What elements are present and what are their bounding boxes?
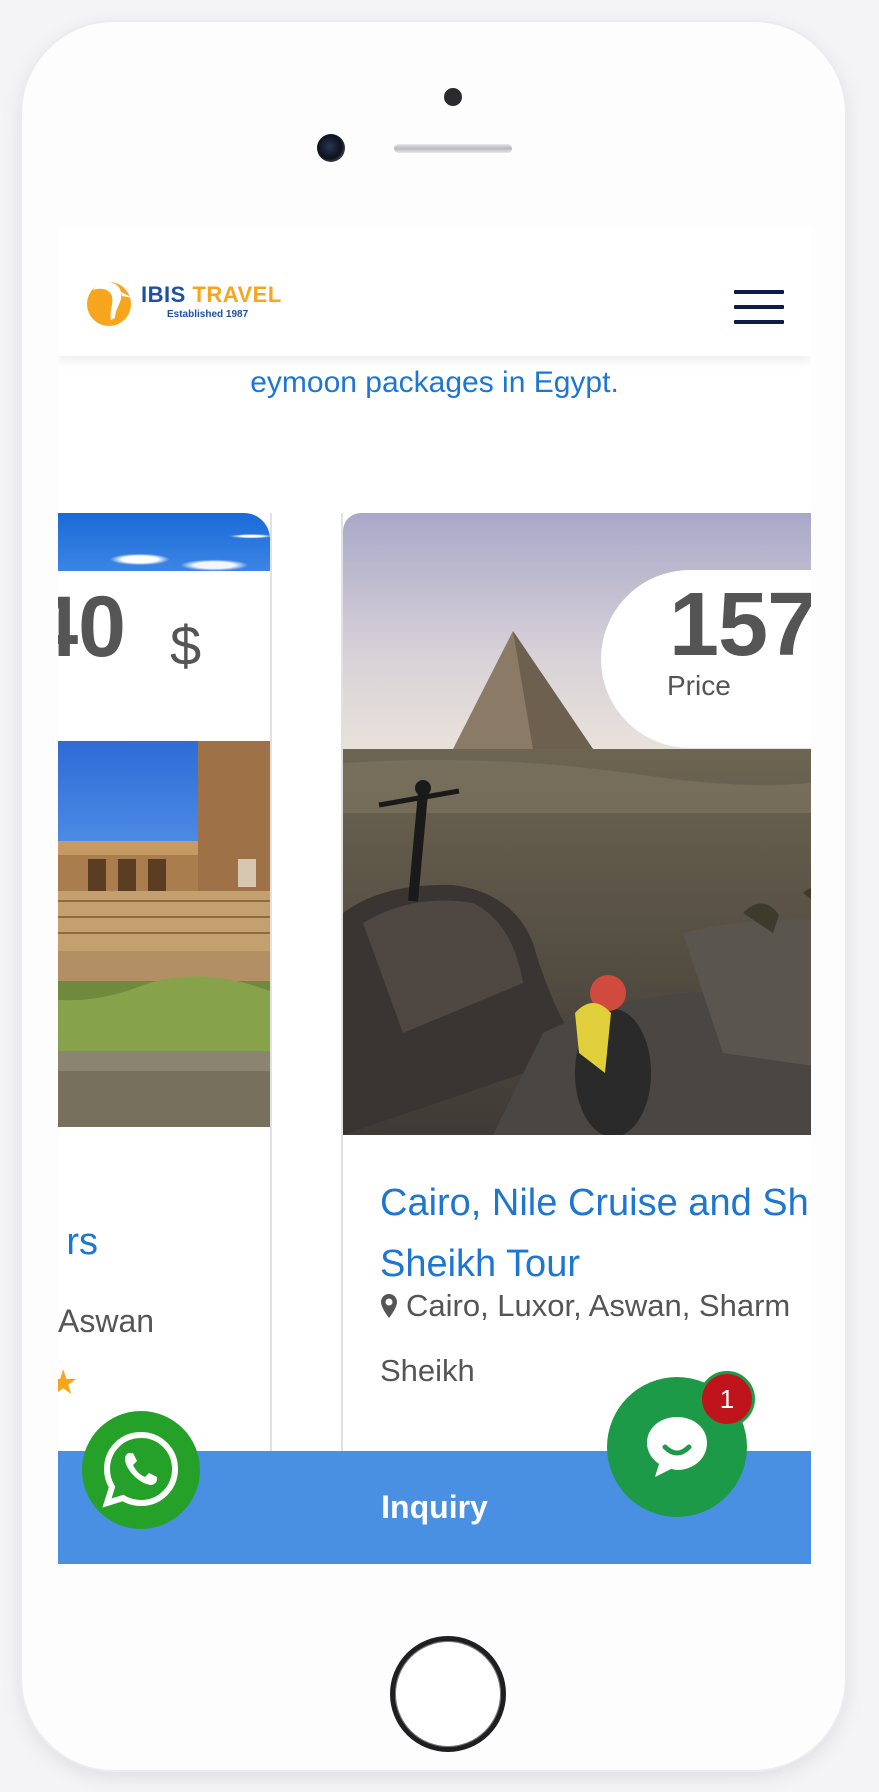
earpiece-speaker (394, 144, 512, 153)
camera-dot (444, 88, 462, 106)
tour-location: Aswan (58, 1303, 155, 1339)
tour-title-line-1[interactable]: Cairo, Nile Cruise and Sh (380, 1173, 811, 1234)
logo-subtitle: Established 1987 (167, 309, 249, 320)
tour-card-left[interactable]: 40 $ rs Aswan (58, 513, 272, 1564)
temple-photo[interactable] (58, 741, 270, 1127)
logo-title: IBIS TRAVEL (141, 282, 282, 307)
chat-notification-badge: 1 (699, 1371, 755, 1427)
map-marker-icon (381, 1294, 397, 1318)
site-header: IBIS TRAVEL Established 1987 (58, 228, 811, 356)
pyramid-photo[interactable]: 157 Price (343, 513, 811, 1135)
price-badge: 157 Price (601, 570, 811, 748)
price-tag: 40 $ (58, 578, 270, 688)
price-currency: $ (170, 614, 202, 677)
intro-text: eymoon packages in Egypt. (250, 366, 619, 399)
rating-star-icon: ★ (58, 1364, 79, 1402)
price-value: 157 (669, 575, 811, 675)
price-label: Price (667, 670, 731, 701)
ibis-travel-logo[interactable]: IBIS TRAVEL Established 1987 (85, 274, 281, 330)
front-camera-lens (317, 134, 345, 162)
tour-title[interactable]: rs (66, 1221, 98, 1264)
card-top-image (58, 513, 270, 571)
ibis-bird-logo-icon (87, 281, 133, 326)
phone-screen: IBIS TRAVEL Established 1987 eymoon pack… (58, 228, 811, 1564)
hamburger-menu-icon[interactable] (734, 290, 784, 326)
chat-bubble-icon (647, 1417, 707, 1477)
home-button[interactable] (390, 1636, 506, 1752)
price-value: 40 (58, 579, 126, 675)
whatsapp-icon (102, 1431, 179, 1508)
whatsapp-button[interactable] (82, 1411, 200, 1529)
